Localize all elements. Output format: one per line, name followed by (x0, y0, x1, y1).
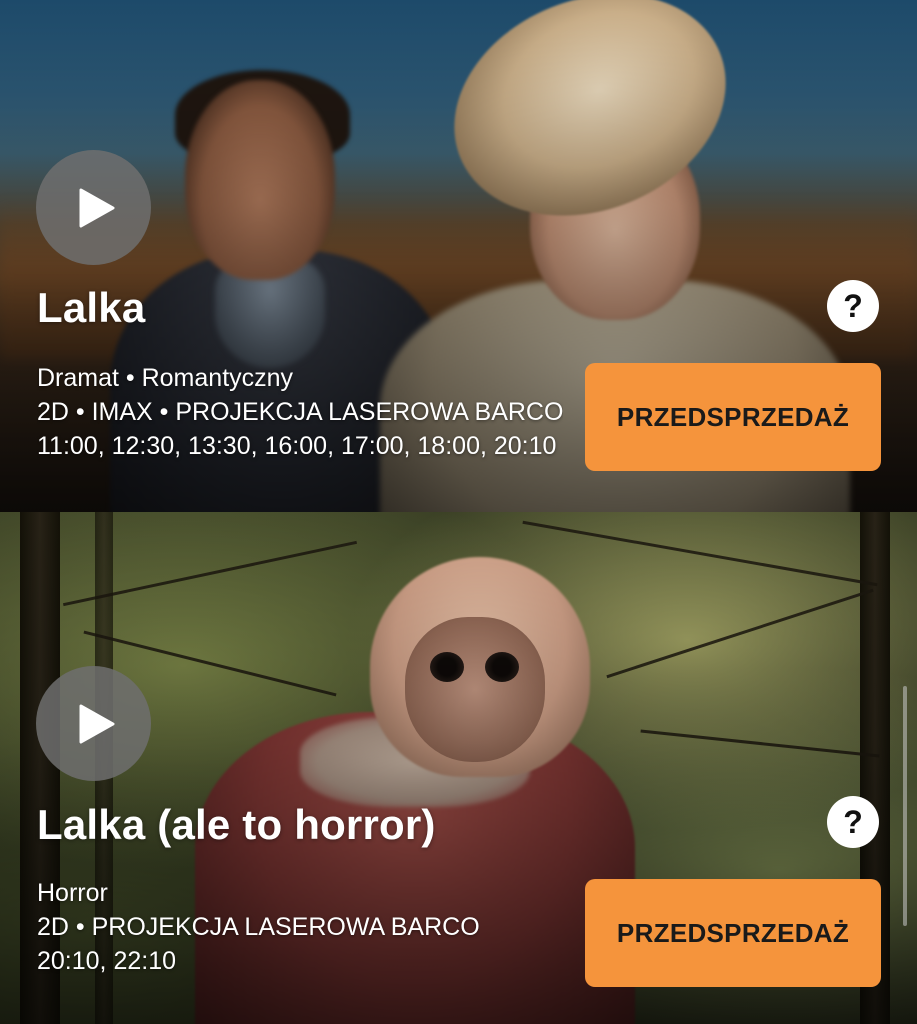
movie-genres: Dramat • Romantyczny (37, 364, 294, 392)
movie-card-lalka[interactable]: Lalka ? Dramat • Romantyczny 2D • IMAX •… (0, 0, 917, 512)
presale-button[interactable]: PRZEDSPRZEDAŻ (585, 363, 881, 471)
scrollbar[interactable] (903, 686, 907, 926)
movie-genres: Horror (37, 879, 108, 907)
presale-button-label: PRZEDSPRZEDAŻ (616, 401, 850, 432)
movie-meta: Horror 2D • PROJEKCJA LASEROWA BARCO 20:… (37, 876, 480, 978)
movie-title: Lalka (ale to horror) (37, 801, 436, 848)
play-icon (79, 188, 114, 227)
movie-meta: Dramat • Romantyczny 2D • IMAX • PROJEKC… (37, 361, 563, 463)
movie-showtimes: 20:10, 22:10 (37, 947, 177, 975)
movie-formats: 2D • PROJEKCJA LASEROWA BARCO (37, 913, 480, 941)
help-button[interactable]: ? (827, 796, 879, 848)
movie-title: Lalka (37, 284, 146, 331)
question-icon: ? (843, 803, 863, 840)
play-trailer-button[interactable] (36, 666, 151, 781)
presale-button[interactable]: PRZEDSPRZEDAŻ (585, 879, 881, 987)
help-button[interactable]: ? (827, 280, 879, 332)
play-icon (79, 704, 114, 743)
movie-showtimes: 11:00, 12:30, 13:30, 16:00, 17:00, 18:00… (37, 432, 557, 460)
question-icon: ? (843, 287, 863, 324)
presale-button-label: PRZEDSPRZEDAŻ (616, 917, 850, 948)
movie-formats: 2D • IMAX • PROJEKCJA LASEROWA BARCO (37, 398, 564, 426)
movie-card-lalka-horror[interactable]: Lalka (ale to horror) ? Horror 2D • PROJ… (0, 512, 917, 1024)
play-trailer-button[interactable] (36, 150, 151, 265)
